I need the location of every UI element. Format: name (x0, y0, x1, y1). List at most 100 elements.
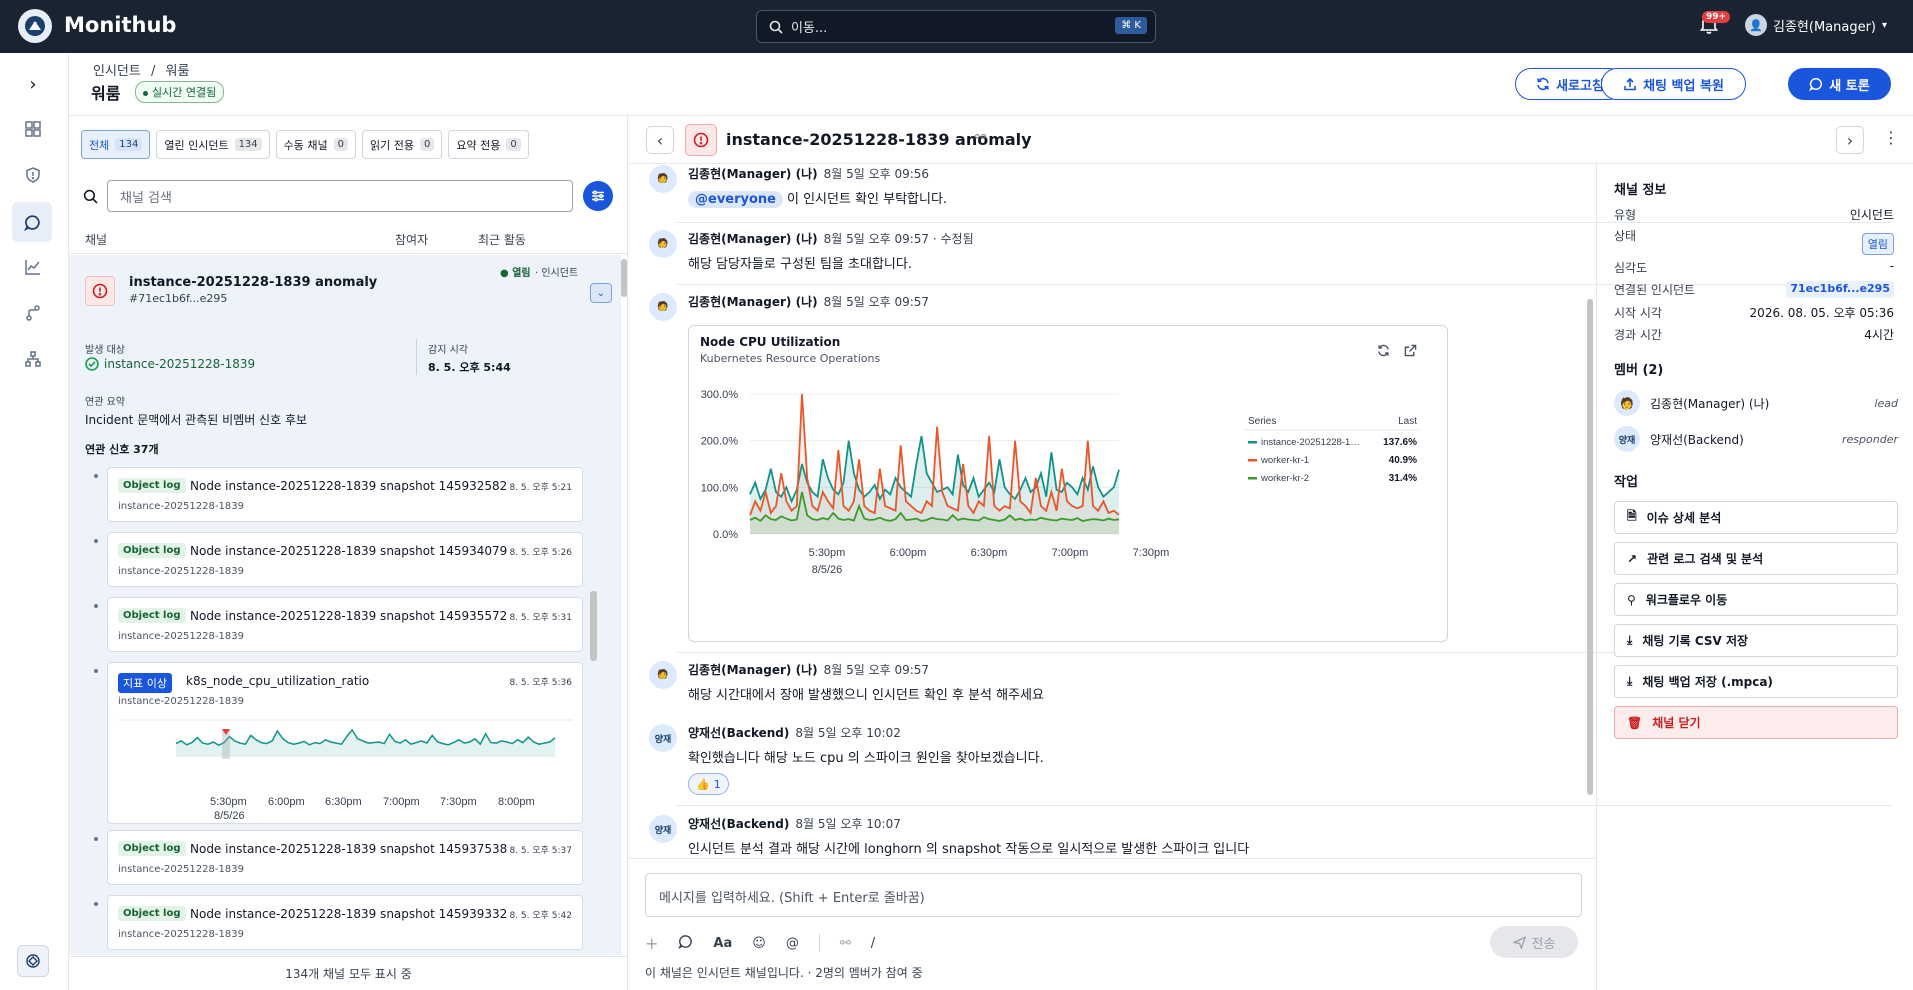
member-row[interactable]: 양재 양재선(Backend) responder (1614, 426, 1898, 452)
signal-item[interactable]: Object log Node instance-20251228-1839 s… (107, 830, 583, 885)
reaction-count: 1 (713, 777, 721, 791)
channel-id: #71ec1b6f...e295 (129, 292, 228, 305)
emoji-icon[interactable]: ☺ (752, 936, 766, 951)
dashboard-icon[interactable] (17, 113, 49, 145)
filter-open-incidents[interactable]: 열린 인시던트 134 (156, 130, 270, 159)
action-log-search[interactable]: ↗ 관련 로그 검색 및 분석 (1614, 542, 1898, 575)
refresh-label: 새로고침 (1556, 78, 1604, 94)
channel-search-input[interactable]: 채널 검색 (107, 180, 573, 212)
col-channel[interactable]: 채널 (85, 231, 107, 248)
app-name[interactable]: Monithub (64, 13, 176, 37)
list-scrollbar[interactable] (621, 259, 627, 297)
user-avatar: 👤 (1745, 14, 1767, 36)
external-link-icon[interactable] (1404, 342, 1417, 361)
mention-chip[interactable]: @everyone (688, 191, 783, 208)
member-row[interactable]: 🧑 김종현(Manager) (나) lead (1614, 390, 1898, 416)
legend-swatch (1248, 459, 1257, 462)
restore-backup-button[interactable]: 채팅 백업 복원 (1601, 68, 1746, 100)
signal-time: 8. 5. 오후 5:21 (509, 483, 572, 493)
monithub-logo-icon[interactable] (18, 9, 52, 43)
author-name[interactable]: 김종현(Manager) (나) (688, 167, 818, 181)
action-issue-analysis[interactable]: 🗎 이슈 상세 분석 (1614, 501, 1898, 534)
channel-filters: 전체 134 열린 인시던트 134 수동 채널 0 읽기 전용 0 요약 전용 0 (81, 130, 529, 159)
channel-list-footer: 134개 채널 모두 표시 중 (69, 956, 628, 990)
mini-tick: 6:30pm (325, 796, 362, 808)
info-value: 2026. 08. 05. 오후 05:36 (1749, 306, 1894, 320)
refresh-icon[interactable] (1377, 342, 1390, 361)
kind-label: · 인시던트 (535, 268, 579, 279)
message-time: 8월 5일 오후 10:02 (795, 726, 901, 740)
x-tick-label: 5:30pm (809, 547, 846, 559)
message-time: 8월 5일 오후 09:57 · 수정됨 (823, 232, 974, 246)
message-text: @everyone 이 인시던트 확인 부탁합니다. (688, 188, 947, 208)
message-input[interactable]: 메시지를 입력하세요. (Shift + Enter로 줄바꿈) (645, 873, 1582, 917)
analytics-icon[interactable] (17, 251, 49, 283)
member-role: lead (1874, 396, 1898, 410)
x-tick-label: 6:30pm (971, 547, 1008, 559)
divider (416, 339, 417, 375)
channel-list-header: 채널 참여자 최근 활동 (69, 222, 628, 254)
incident-link[interactable]: 71ec1b6f...e295 (1786, 281, 1894, 298)
status-badge: 열림 (1861, 233, 1894, 255)
signals-scrollbar[interactable] (590, 591, 597, 661)
target-value[interactable]: instance-20251228-1839 (85, 357, 255, 371)
text-format-icon[interactable]: Aa (713, 936, 732, 951)
workspace-icon[interactable] (17, 945, 49, 977)
action-workflow[interactable]: ⚲ 워크플로우 이동 (1614, 583, 1898, 616)
message-time: 8월 5일 오후 09:56 (823, 167, 930, 181)
user-menu[interactable]: 👤 김종현(Manager) ▾ (1745, 14, 1887, 36)
author-name[interactable]: 김종현(Manager) (나) (688, 663, 818, 677)
chat-bubble-icon[interactable] (678, 934, 693, 953)
col-members[interactable]: 참여자 (395, 231, 428, 248)
shield-icon[interactable] (17, 159, 49, 191)
reaction-chip[interactable]: 👍 1 (688, 773, 729, 795)
author-name[interactable]: 김종현(Manager) (나) (688, 232, 818, 246)
filter-all[interactable]: 전체 134 (81, 130, 151, 159)
signal-item[interactable]: Object log Node instance-20251228-1839 s… (107, 467, 583, 522)
action-label: 관련 로그 검색 및 분석 (1647, 552, 1764, 566)
filter-manual-channels[interactable]: 수동 채널 0 (275, 130, 357, 159)
timeline-dot (94, 539, 98, 543)
expand-nav-icon[interactable]: › (17, 68, 49, 100)
filter-settings-button[interactable] (583, 181, 613, 211)
global-search[interactable]: 이동... ⌘ K (756, 10, 1156, 43)
author-name[interactable]: 양재선(Backend) (688, 817, 789, 831)
author-name[interactable]: 양재선(Backend) (688, 726, 789, 740)
y-tick-label: 300.0% (701, 389, 739, 401)
link-icon[interactable]: ⚯ (840, 936, 851, 951)
restore-label: 채팅 백업 복원 (1643, 78, 1724, 94)
info-row-severity: 심각도 - (1614, 259, 1894, 276)
breadcrumb-incidents[interactable]: 인시던트 (93, 64, 141, 79)
author-name[interactable]: 김종현(Manager) (나) (688, 295, 818, 309)
signal-item[interactable]: Object log Node instance-20251228-1839 s… (107, 895, 583, 950)
signal-item[interactable]: Object log Node instance-20251228-1839 s… (107, 597, 583, 652)
at-mention-icon[interactable]: @ (786, 936, 799, 951)
send-button[interactable]: 전송 (1490, 926, 1578, 958)
info-key: 연결된 인시던트 (1614, 283, 1696, 297)
more-vertical-icon[interactable]: ⋮ (1883, 128, 1899, 147)
action-backup[interactable]: ⤓ 채팅 백업 저장 (.mpca) (1614, 665, 1898, 698)
chat-icon[interactable] (12, 202, 52, 242)
filter-count: 0 (420, 138, 435, 151)
action-export-csv[interactable]: ⤓ 채팅 기록 CSV 저장 (1614, 624, 1898, 657)
action-close-channel[interactable]: 🗑 채널 닫기 (1614, 706, 1898, 739)
filter-summary-only[interactable]: 요약 전용 0 (448, 130, 529, 159)
collapse-chevron-icon[interactable]: ⌄ (590, 283, 612, 303)
workflow-icon: ⚲ (1627, 592, 1636, 607)
chat-scrollbar[interactable] (1587, 299, 1593, 795)
mini-series (175, 728, 556, 759)
left-nav: › (0, 53, 69, 990)
selected-channel-card[interactable]: instance-20251228-1839 anomaly #71ec1b6f… (69, 255, 621, 955)
col-activity[interactable]: 최근 활동 (478, 231, 526, 248)
plus-icon[interactable]: + (645, 934, 658, 953)
git-branch-icon[interactable] (17, 297, 49, 329)
signal-item[interactable]: Object log Node instance-20251228-1839 s… (107, 532, 583, 587)
slash-command-icon[interactable]: / (871, 936, 875, 951)
avatar: 🧑 (649, 165, 677, 193)
new-discussion-button[interactable]: 새 토론 (1788, 68, 1891, 100)
signal-item-metric[interactable]: 지표 이상 k8s_node_cpu_utilization_ratio 8. … (107, 662, 583, 824)
org-tree-icon[interactable] (17, 343, 49, 375)
next-button[interactable]: › (1836, 126, 1864, 154)
filter-read-only[interactable]: 읽기 전용 0 (362, 130, 443, 159)
legend-series-name: worker-kr-2 (1260, 473, 1309, 484)
